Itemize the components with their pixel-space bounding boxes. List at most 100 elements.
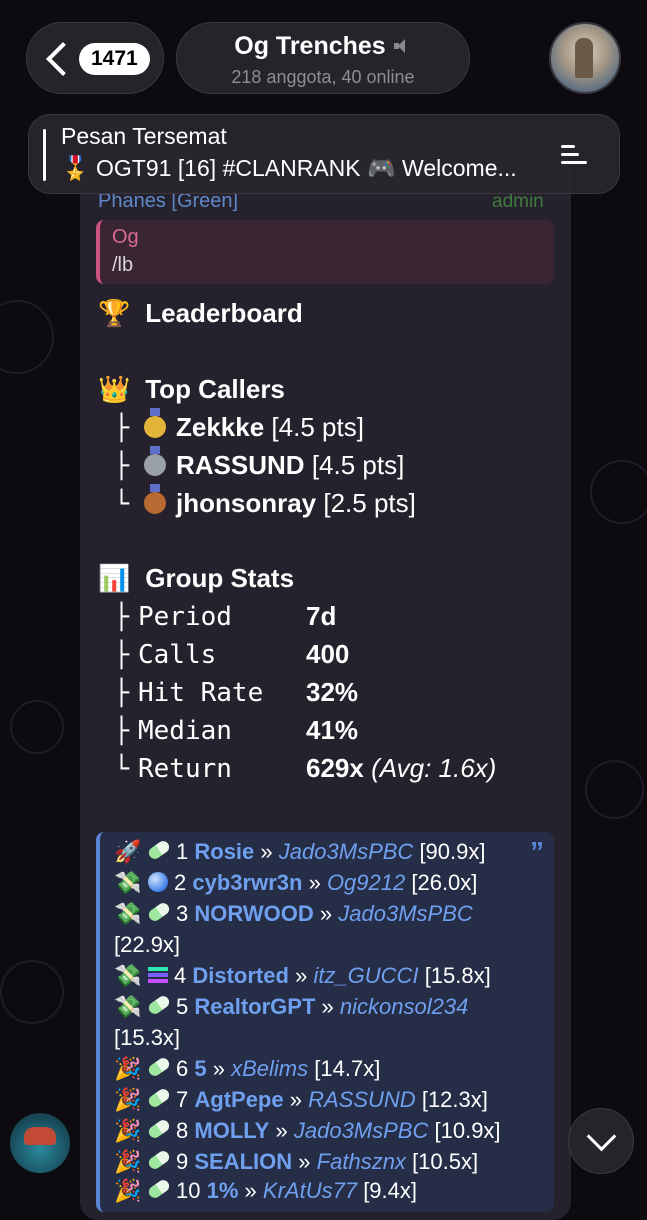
money-wings-icon: 💸: [114, 901, 142, 926]
background-doodle: [0, 960, 64, 1024]
entry-multiplier: [10.5x]: [412, 1149, 479, 1174]
reply-quote[interactable]: Og /lb: [96, 220, 554, 284]
money-wings-icon: 💸: [114, 994, 142, 1019]
top-call-entry: 💸 4 Distorted » itz_GUCCI [15.8x]: [114, 963, 491, 989]
stat-row: ├ Calls 400: [114, 639, 349, 670]
entry-multiplier: [26.0x]: [411, 870, 478, 895]
token-link[interactable]: cyb3rwr3n: [192, 870, 302, 895]
top-call-entry: 💸 3 NORWOOD » Jado3MsPBC: [114, 900, 473, 927]
top-call-entry: 🎉 9 SEALION » Fathsznx [10.5x]: [114, 1148, 479, 1175]
party-popper-icon: 🎉: [114, 1087, 142, 1112]
caller-link[interactable]: Fathsznx: [317, 1149, 406, 1174]
reply-text: /lb: [112, 254, 134, 276]
caller-link[interactable]: RASSUND: [308, 1087, 416, 1112]
caller-row: ├ Zekkke [4.5 pts]: [114, 408, 364, 443]
token-link[interactable]: 1%: [207, 1178, 239, 1203]
tree-branch: ├: [114, 640, 130, 669]
tree-branch: ├: [114, 413, 130, 442]
stat-label: Period: [138, 602, 232, 632]
entry-separator: »: [275, 1118, 288, 1143]
background-doodle: [585, 760, 644, 819]
token-link[interactable]: 5: [194, 1056, 206, 1081]
chat-header[interactable]: Og Trenches 218 anggota, 40 online: [176, 22, 470, 94]
pill-icon: [146, 900, 172, 924]
caller-link[interactable]: xBelims: [231, 1056, 308, 1081]
caller-row: ├ RASSUND [4.5 pts]: [114, 446, 404, 481]
party-popper-icon: 🎉: [114, 1118, 142, 1143]
token-link[interactable]: MOLLY: [194, 1118, 269, 1143]
party-popper-icon: 🎉: [114, 1149, 142, 1174]
entry-rank: 8: [176, 1118, 189, 1143]
back-button[interactable]: 1471: [26, 22, 164, 94]
pinned-title: Pesan Tersemat: [61, 123, 227, 149]
entry-separator: »: [319, 901, 333, 926]
token-link[interactable]: NORWOOD: [194, 901, 313, 926]
stat-average: (Avg: 1.6x): [371, 753, 497, 783]
sender-avatar[interactable]: [10, 1113, 70, 1173]
stat-label: Return: [138, 754, 232, 784]
entry-multiplier: [12.3x]: [421, 1087, 488, 1112]
entry-separator: »: [308, 870, 321, 895]
entry-rank: 6: [176, 1056, 189, 1081]
top-callers-title: Top Callers: [145, 374, 285, 404]
entry-multiplier: [22.9x]: [114, 932, 181, 957]
group-avatar[interactable]: [549, 22, 621, 94]
entry-rank: 10: [176, 1178, 201, 1203]
caller-link[interactable]: Jado3MsPBC: [338, 901, 473, 926]
caller-link[interactable]: itz_GUCCI: [313, 963, 418, 988]
entry-multiplier: [15.8x]: [424, 963, 491, 988]
stat-value: 7d: [306, 601, 337, 631]
token-link[interactable]: AgtPepe: [194, 1087, 283, 1112]
top-call-entry: 🎉 8 MOLLY » Jado3MsPBC [10.9x]: [114, 1117, 501, 1144]
token-link[interactable]: SEALION: [194, 1149, 292, 1174]
stat-row: ├ Median 41%: [114, 715, 358, 746]
stat-value: 400: [306, 639, 350, 669]
caller-link[interactable]: Jado3MsPBC: [294, 1118, 429, 1143]
party-popper-icon: 🎉: [114, 1178, 142, 1203]
scroll-down-button[interactable]: [568, 1108, 634, 1174]
token-link[interactable]: Distorted: [192, 963, 289, 988]
pill-icon: [146, 1148, 172, 1172]
entry-rank: 5: [176, 994, 189, 1019]
chat-title: Og Trenches: [234, 32, 386, 60]
tree-branch: ├: [114, 678, 130, 707]
entry-multiplier: [90.9x]: [419, 839, 486, 864]
token-link[interactable]: RealtorGPT: [194, 994, 315, 1019]
pin-list-icon[interactable]: [561, 143, 595, 167]
tree-branch: ├: [114, 451, 130, 480]
caller-link[interactable]: Og9212: [327, 870, 405, 895]
entry-multiplier: [14.7x]: [314, 1056, 381, 1081]
top-call-entry: 🎉 10 1% » KrAtUs77 [9.4x]: [114, 1177, 417, 1204]
caller-link[interactable]: Jado3MsPBC: [279, 839, 414, 864]
pinned-message-bar[interactable]: Pesan Tersemat 🎖️ OGT91 [16] #CLANRANK 🎮…: [28, 114, 620, 194]
solana-icon: [148, 967, 168, 983]
stat-value: 41%: [306, 715, 359, 745]
stat-label: Median: [138, 716, 232, 746]
reply-sender: Og: [112, 226, 139, 248]
entry-rank: 2: [174, 870, 187, 895]
token-link[interactable]: Rosie: [194, 839, 254, 864]
caller-name: Zekkke: [176, 412, 265, 442]
gold-medal-icon: [144, 408, 166, 438]
group-stats-heading: 📊 Group Stats: [98, 563, 294, 594]
unread-count-badge: 1471: [79, 43, 150, 75]
stat-label: Hit Rate: [138, 678, 264, 708]
blue-orb-icon: [148, 872, 168, 892]
quote-icon: ”: [530, 836, 544, 867]
top-callers-heading: 👑 Top Callers: [98, 374, 285, 405]
chat-subtitle: 218 anggota, 40 online: [231, 67, 415, 87]
tree-branch: └: [114, 754, 130, 783]
caller-link[interactable]: nickonsol234: [340, 994, 468, 1019]
entry-multiplier: [9.4x]: [363, 1178, 417, 1203]
background-doodle: [0, 300, 54, 374]
leaderboard-title: Leaderboard: [145, 298, 303, 328]
pill-icon: [146, 1086, 172, 1110]
pill-icon: [146, 993, 172, 1017]
leaderboard-heading: 🏆 Leaderboard: [98, 298, 303, 329]
rocket-icon: 🚀: [114, 839, 142, 864]
caller-link[interactable]: KrAtUs77: [263, 1178, 357, 1203]
pill-icon: [146, 1177, 172, 1201]
entry-separator: »: [260, 839, 273, 864]
tree-branch: ├: [114, 716, 130, 745]
bronze-medal-icon: [144, 484, 166, 514]
